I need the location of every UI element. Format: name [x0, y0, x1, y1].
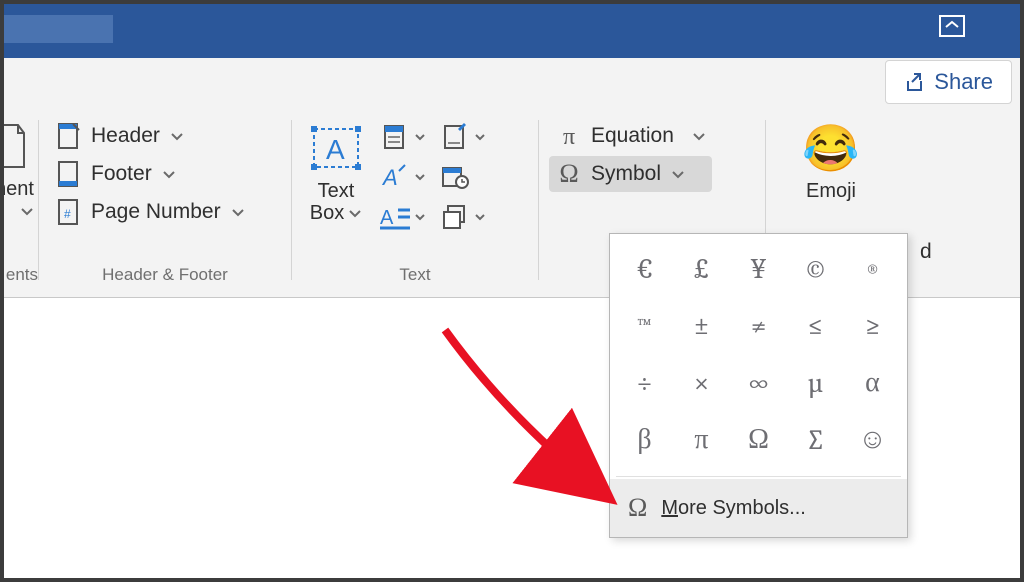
fragment-label: nent — [0, 178, 34, 200]
chevron-down-icon — [414, 128, 426, 146]
group-text: A Text Box A — [292, 108, 538, 297]
symbol-copyright[interactable]: © — [787, 240, 844, 297]
omega-icon: Ω — [628, 493, 647, 523]
symbol-grid: € £ ¥ © ® ™ ± ≠ ≤ ≥ ÷ × ∞ µ α β π Ω ∑ ☺ — [610, 234, 907, 474]
equation-label: Equation — [591, 124, 674, 148]
chevron-down-icon — [414, 208, 426, 226]
fragment-big-button[interactable]: nent — [0, 118, 34, 222]
chevron-down-icon — [414, 168, 426, 186]
symbol-trademark[interactable]: ™ — [616, 297, 673, 354]
symbol-less-equal[interactable]: ≤ — [787, 297, 844, 354]
window-title-placeholder — [0, 15, 113, 43]
header-button[interactable]: Header — [49, 118, 251, 154]
group-label-text: Text — [292, 265, 538, 297]
header-icon — [55, 122, 83, 150]
equation-button[interactable]: π Equation — [549, 118, 712, 154]
fragment-letter-d: d — [920, 240, 932, 264]
date-time-button[interactable] — [436, 158, 490, 196]
chevron-down-icon — [20, 200, 34, 222]
more-symbols-label: More Symbols... — [661, 497, 806, 520]
emoji-label: Emoji — [806, 180, 856, 202]
symbol-greater-equal[interactable]: ≥ — [844, 297, 901, 354]
signature-icon — [440, 122, 470, 152]
dropdown-separator — [616, 476, 901, 477]
text-box-label2: Box — [310, 202, 344, 224]
share-icon — [904, 71, 926, 93]
group-fragment-left: nent ents — [0, 108, 38, 297]
symbol-divide[interactable]: ÷ — [616, 354, 673, 411]
object-button[interactable] — [436, 198, 490, 236]
text-box-button[interactable]: A Text Box — [302, 118, 370, 226]
wordart-button[interactable]: A — [376, 158, 430, 196]
drop-cap-button[interactable]: A — [376, 198, 430, 236]
share-bar: Share — [0, 58, 1024, 108]
footer-icon — [55, 160, 83, 188]
symbol-alpha[interactable]: α — [844, 354, 901, 411]
symbol-multiply[interactable]: × — [673, 354, 730, 411]
symbol-omega[interactable]: Ω — [730, 411, 787, 468]
symbol-yen[interactable]: ¥ — [730, 240, 787, 297]
symbol-plus-minus[interactable]: ± — [673, 297, 730, 354]
footer-button[interactable]: Footer — [49, 156, 251, 192]
group-label-hf: Header & Footer — [39, 265, 291, 297]
group-label-fragment: ents — [0, 265, 38, 297]
svg-text:A: A — [380, 207, 394, 229]
quick-parts-button[interactable] — [376, 118, 430, 156]
chevron-down-icon — [170, 124, 184, 148]
date-time-icon — [440, 162, 470, 192]
header-label: Header — [91, 124, 160, 148]
symbol-icon: Ω — [555, 160, 583, 188]
chevron-down-icon — [692, 124, 706, 148]
object-icon — [440, 202, 470, 232]
symbol-infinity[interactable]: ∞ — [730, 354, 787, 411]
chevron-down-icon — [348, 202, 362, 224]
signature-line-button[interactable] — [436, 118, 490, 156]
symbol-label: Symbol — [591, 162, 661, 186]
symbol-pound[interactable]: £ — [673, 240, 730, 297]
more-symbols-button[interactable]: Ω More Symbols... — [610, 479, 907, 537]
svg-text:#: # — [64, 207, 71, 221]
document-icon — [3, 118, 27, 174]
svg-text:A: A — [326, 134, 345, 165]
equation-icon: π — [555, 122, 583, 150]
chevron-down-icon — [474, 208, 486, 226]
symbol-registered[interactable]: ® — [844, 240, 901, 297]
chevron-down-icon — [162, 162, 176, 186]
symbol-smiley[interactable]: ☺ — [844, 411, 901, 468]
symbol-not-equal[interactable]: ≠ — [730, 297, 787, 354]
title-bar — [0, 0, 1024, 58]
symbol-dropdown: € £ ¥ © ® ™ ± ≠ ≤ ≥ ÷ × ∞ µ α β π Ω ∑ ☺ … — [609, 233, 908, 538]
text-box-label1: Text — [318, 180, 355, 202]
symbol-beta[interactable]: β — [616, 411, 673, 468]
chevron-down-icon — [671, 162, 685, 186]
share-button[interactable]: Share — [885, 60, 1012, 104]
chevron-down-icon — [231, 200, 245, 224]
quick-parts-icon — [380, 122, 410, 152]
symbol-micro[interactable]: µ — [787, 354, 844, 411]
chevron-down-icon — [474, 128, 486, 146]
drop-cap-icon: A — [380, 202, 410, 232]
group-header-footer: Header Footer # Page Number — [39, 108, 291, 297]
page-number-icon: # — [55, 198, 83, 226]
wordart-icon: A — [380, 162, 410, 192]
svg-text:A: A — [381, 165, 398, 190]
symbol-button[interactable]: Ω Symbol — [549, 156, 712, 192]
share-label: Share — [934, 69, 993, 95]
page-number-label: Page Number — [91, 200, 221, 224]
symbol-euro[interactable]: € — [616, 240, 673, 297]
emoji-icon: 😂 — [803, 120, 859, 176]
emoji-keyboard-button[interactable]: 😂 Emoji — [797, 118, 865, 204]
symbol-pi[interactable]: π — [673, 411, 730, 468]
footer-label: Footer — [91, 162, 152, 186]
symbol-summation[interactable]: ∑ — [787, 411, 844, 468]
page-number-button[interactable]: # Page Number — [49, 194, 251, 230]
ribbon-display-options-icon[interactable] — [938, 14, 966, 45]
text-box-icon: A — [308, 120, 364, 176]
